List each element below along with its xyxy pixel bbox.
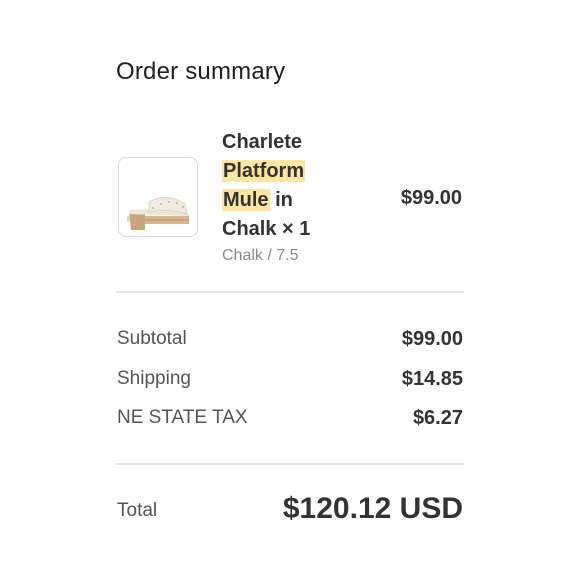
total-label: Total xyxy=(117,500,158,521)
product-name-highlight-1: Platform xyxy=(222,160,306,182)
product-name-highlight-2: Mule xyxy=(222,189,270,211)
product-name[interactable]: Charlete Platform Mule in Chalk × 1 xyxy=(222,128,342,244)
tax-label: NE STATE TAX xyxy=(117,407,248,428)
sandal-product-image xyxy=(127,197,189,230)
shipping-label: Shipping xyxy=(117,368,191,389)
product-name-part1: Charlete xyxy=(222,131,303,153)
product-thumbnail[interactable] xyxy=(118,157,198,237)
order-summary-title: Order summary xyxy=(116,58,286,85)
divider xyxy=(116,291,464,293)
divider xyxy=(116,463,464,465)
tax-value: $6.27 xyxy=(412,407,463,429)
subtotal-label: Subtotal xyxy=(117,328,187,349)
total-value: $120.12 USD xyxy=(282,492,463,525)
order-summary-card: Order summary Charlete Platform Mule in … xyxy=(0,0,580,580)
shipping-value: $14.85 xyxy=(401,368,463,390)
product-variant: Chalk / 7.5 xyxy=(222,247,299,264)
item-price: $99.00 xyxy=(400,187,462,209)
subtotal-value: $99.00 xyxy=(401,328,463,350)
